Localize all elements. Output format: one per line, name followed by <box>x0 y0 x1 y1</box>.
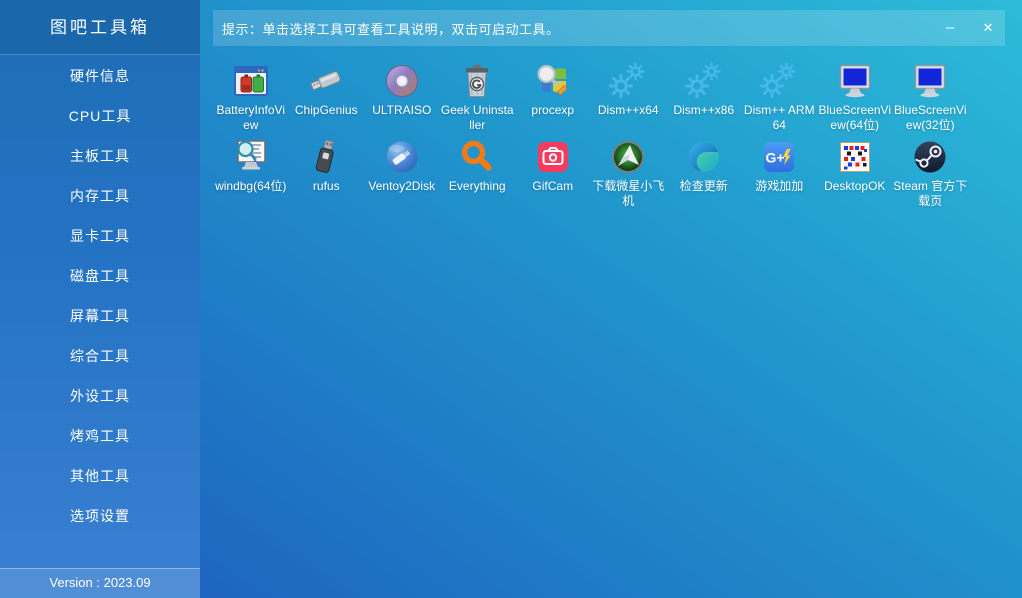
tool-gifcam[interactable]: GifCam <box>515 133 591 209</box>
orange-magnifier-icon <box>457 137 497 177</box>
trash-g-icon <box>457 61 497 101</box>
tool-batteryinfoview[interactable]: BatteryInfoView <box>213 57 289 133</box>
debugger-monitor-icon <box>231 137 271 177</box>
cd-disc-icon <box>382 61 422 101</box>
sidebar-item-label: 外设工具 <box>70 388 130 404</box>
tool-label: DesktopOK <box>817 179 892 194</box>
tool-dism-x86[interactable]: Dism++x86 <box>666 57 742 133</box>
sidebar-item-peripheral-tools[interactable]: 外设工具 <box>0 376 200 416</box>
tool-dism-arm64[interactable]: Dism++ ARM64 <box>742 57 818 133</box>
sidebar-item-other-tools[interactable]: 其他工具 <box>0 456 200 496</box>
tool-label: Steam 官方下载页 <box>893 179 968 209</box>
tool-label: procexp <box>515 103 590 118</box>
tool-label: 检查更新 <box>666 179 741 194</box>
sidebar: 图吧工具箱 硬件信息 CPU工具主板工具内存工具显卡工具磁盘工具屏幕工具综合工具外… <box>0 0 200 598</box>
sidebar-item-general-tools[interactable]: 综合工具 <box>0 336 200 376</box>
app-title: 图吧工具箱 <box>0 0 200 55</box>
sidebar-item-gpu-tools[interactable]: 显卡工具 <box>0 216 200 256</box>
tool-dism-x64[interactable]: Dism++x64 <box>591 57 667 133</box>
sidebar-item-label: 其他工具 <box>70 468 130 484</box>
tool-label: 下载微星小飞机 <box>591 179 666 209</box>
tool-desktopok[interactable]: DesktopOK <box>817 133 893 209</box>
tool-check-update[interactable]: 检查更新 <box>666 133 742 209</box>
sidebar-item-cpu-tools[interactable]: CPU工具 <box>0 96 200 136</box>
sidebar-item-label: 烤鸡工具 <box>70 428 130 444</box>
tool-bluescreenview-32[interactable]: BlueScreenView(32位) <box>893 57 969 133</box>
app-window: 图吧工具箱 硬件信息 CPU工具主板工具内存工具显卡工具磁盘工具屏幕工具综合工具外… <box>0 0 1022 598</box>
g-plus-icon: G+ <box>759 137 799 177</box>
blue-gears-icon <box>684 61 724 101</box>
sidebar-item-label: 磁盘工具 <box>70 268 130 284</box>
tip-text: 提示：单击选择工具可查看工具说明，双击可启动工具。 <box>222 19 560 38</box>
jet-ring-icon <box>608 137 648 177</box>
windows-magnifier-icon <box>533 61 573 101</box>
sidebar-item-label: 硬件信息 <box>70 68 130 84</box>
blue-gears-icon <box>608 61 648 101</box>
camera-badge-icon <box>533 137 573 177</box>
sidebar-item-label: 主板工具 <box>70 148 130 164</box>
tool-label: Dism++ ARM64 <box>742 103 817 133</box>
tip-bar: 提示：单击选择工具可查看工具说明，双击可启动工具。 – ✕ <box>213 10 1005 46</box>
sidebar-item-motherboard-tools[interactable]: 主板工具 <box>0 136 200 176</box>
tool-label: ChipGenius <box>289 103 364 118</box>
sidebar-item-label: 选项设置 <box>70 508 130 524</box>
close-button[interactable]: ✕ <box>973 10 1003 46</box>
bluescreen-monitor-icon <box>835 61 875 101</box>
sidebar-item-disk-tools[interactable]: 磁盘工具 <box>0 256 200 296</box>
tool-label: Dism++x64 <box>591 103 666 118</box>
tools-grid: BatteryInfoViewChipGeniusULTRAISOGeek Un… <box>213 57 968 209</box>
tool-windbg-64[interactable]: windbg(64位) <box>213 133 289 209</box>
main-area: 提示：单击选择工具可查看工具说明，双击可启动工具。 – ✕ BatteryInf… <box>200 0 1022 598</box>
sidebar-item-label: 显卡工具 <box>70 228 130 244</box>
minimize-button[interactable]: – <box>935 10 965 46</box>
edge-browser-icon <box>684 137 724 177</box>
sidebar-item-screen-tools[interactable]: 屏幕工具 <box>0 296 200 336</box>
sidebar-item-options-settings[interactable]: 选项设置 <box>0 496 200 536</box>
tool-label: Everything <box>440 179 515 194</box>
steam-logo-icon <box>910 137 950 177</box>
tool-label: BatteryInfoView <box>213 103 288 133</box>
blue-gears-icon <box>759 61 799 101</box>
sidebar-item-label: CPU工具 <box>69 108 132 124</box>
sidebar-item-hardware-info[interactable]: 硬件信息 <box>0 56 200 96</box>
tool-label: BlueScreenView(32位) <box>893 103 968 133</box>
sidebar-nav: 硬件信息 CPU工具主板工具内存工具显卡工具磁盘工具屏幕工具综合工具外设工具烤鸡工… <box>0 55 200 536</box>
version-bar: Version : 2023.09 <box>0 568 200 598</box>
tool-label: BlueScreenView(64位) <box>817 103 892 133</box>
battery-window-icon <box>231 61 271 101</box>
tool-steam-download[interactable]: Steam 官方下载页 <box>893 133 969 209</box>
ventoy-sphere-icon <box>382 137 422 177</box>
tool-bluescreenview-64[interactable]: BlueScreenView(64位) <box>817 57 893 133</box>
sidebar-item-label: 内存工具 <box>70 188 130 204</box>
sidebar-item-label: 屏幕工具 <box>70 308 130 324</box>
tool-label: Dism++x86 <box>666 103 741 118</box>
svg-text:G+: G+ <box>766 150 785 166</box>
tool-label: Geek Uninstaller <box>440 103 515 133</box>
tool-rufus[interactable]: rufus <box>289 133 365 209</box>
tool-label: GifCam <box>515 179 590 194</box>
tool-everything[interactable]: Everything <box>440 133 516 209</box>
tool-msi-afterburner[interactable]: 下载微星小飞机 <box>591 133 667 209</box>
tool-label: 游戏加加 <box>742 179 817 194</box>
tool-ultraiso[interactable]: ULTRAISO <box>364 57 440 133</box>
tool-ventoy2disk[interactable]: Ventoy2Disk <box>364 133 440 209</box>
tool-procexp[interactable]: procexp <box>515 57 591 133</box>
version-label: Version : 2023.09 <box>49 575 150 590</box>
tool-geek-uninstaller[interactable]: Geek Uninstaller <box>440 57 516 133</box>
tool-label: rufus <box>289 179 364 194</box>
tool-label: windbg(64位) <box>213 179 288 194</box>
tool-label: Ventoy2Disk <box>364 179 439 194</box>
tool-gamepp[interactable]: G+ 游戏加加 <box>742 133 818 209</box>
tool-chipgenius[interactable]: ChipGenius <box>289 57 365 133</box>
sidebar-item-stress-test-tools[interactable]: 烤鸡工具 <box>0 416 200 456</box>
sidebar-item-label: 综合工具 <box>70 348 130 364</box>
usb-stick-icon <box>306 61 346 101</box>
pixel-grid-icon <box>835 137 875 177</box>
usb-dark-icon <box>306 137 346 177</box>
tool-label: ULTRAISO <box>364 103 439 118</box>
sidebar-item-memory-tools[interactable]: 内存工具 <box>0 176 200 216</box>
bluescreen-monitor-icon <box>910 61 950 101</box>
